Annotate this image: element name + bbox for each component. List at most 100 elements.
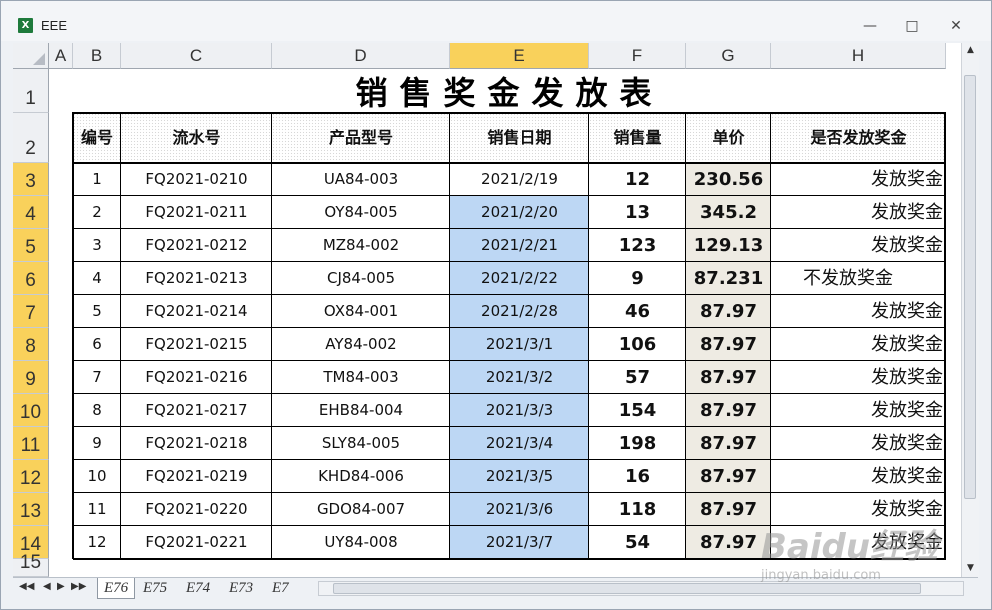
row-header-7[interactable]: 7 xyxy=(13,295,49,328)
row-header-4[interactable]: 4 xyxy=(13,196,49,229)
cell-serial[interactable]: FQ2021-0210 xyxy=(121,163,272,196)
cell-bonus[interactable]: 发放奖金 xyxy=(771,394,946,427)
cell-bonus[interactable]: 发放奖金 xyxy=(771,460,946,493)
cell-date[interactable]: 2021/3/6 xyxy=(450,493,589,526)
cell-serial[interactable]: FQ2021-0214 xyxy=(121,295,272,328)
cell-id[interactable]: 8 xyxy=(73,394,121,427)
cell-id[interactable]: 11 xyxy=(73,493,121,526)
cell-model[interactable]: KHD84-006 xyxy=(272,460,450,493)
cell-serial[interactable]: FQ2021-0221 xyxy=(121,526,272,559)
sheet-tab-e76[interactable]: E76 xyxy=(97,578,136,599)
cell-price[interactable]: 87.97 xyxy=(686,295,771,328)
column-header-g[interactable]: G xyxy=(686,43,771,69)
close-button[interactable]: ✕ xyxy=(945,17,967,35)
first-sheet-icon[interactable]: ◀◀ xyxy=(19,581,34,592)
header-cell-id[interactable]: 编号 xyxy=(73,113,121,163)
cell-model[interactable]: UY84-008 xyxy=(272,526,450,559)
row-header-12[interactable]: 12 xyxy=(13,460,49,493)
cell-id[interactable]: 7 xyxy=(73,361,121,394)
cell-serial[interactable]: FQ2021-0216 xyxy=(121,361,272,394)
horizontal-scroll-thumb[interactable] xyxy=(333,583,921,594)
cell-price[interactable]: 87.97 xyxy=(686,361,771,394)
cell-bonus[interactable]: 发放奖金 xyxy=(771,295,946,328)
cell-id[interactable]: 1 xyxy=(73,163,121,196)
cell-qty[interactable]: 198 xyxy=(589,427,686,460)
cell-model[interactable]: UA84-003 xyxy=(272,163,450,196)
cell-qty[interactable]: 106 xyxy=(589,328,686,361)
cell-qty[interactable]: 123 xyxy=(589,229,686,262)
cell-price[interactable]: 87.97 xyxy=(686,427,771,460)
column-header-d[interactable]: D xyxy=(272,43,450,69)
cell-model[interactable]: OY84-005 xyxy=(272,196,450,229)
cell-bonus[interactable]: 发放奖金 xyxy=(771,328,946,361)
cell-model[interactable]: OX84-001 xyxy=(272,295,450,328)
cell-qty[interactable]: 46 xyxy=(589,295,686,328)
cell-id[interactable]: 2 xyxy=(73,196,121,229)
column-header-a[interactable]: A xyxy=(49,43,73,69)
cell-id[interactable]: 6 xyxy=(73,328,121,361)
scroll-down-arrow[interactable]: ▼ xyxy=(962,561,979,575)
cell-serial[interactable]: FQ2021-0213 xyxy=(121,262,272,295)
column-header-h[interactable]: H xyxy=(771,43,946,69)
sheet-tab-e73[interactable]: E73 xyxy=(229,578,253,598)
cell-date[interactable]: 2021/3/2 xyxy=(450,361,589,394)
column-header-f[interactable]: F xyxy=(589,43,686,69)
column-header-e[interactable]: E xyxy=(450,43,589,69)
row-header-11[interactable]: 11 xyxy=(13,427,49,460)
cell-model[interactable]: GDO84-007 xyxy=(272,493,450,526)
row-header-8[interactable]: 8 xyxy=(13,328,49,361)
sheet-tab-e75[interactable]: E75 xyxy=(143,578,167,598)
cell-model[interactable]: CJ84-005 xyxy=(272,262,450,295)
row-header-5[interactable]: 5 xyxy=(13,229,49,262)
cell-id[interactable]: 12 xyxy=(73,526,121,559)
minimize-button[interactable]: — xyxy=(859,17,881,35)
row-header-2[interactable]: 2 xyxy=(13,113,49,163)
header-cell-bonus[interactable]: 是否发放奖金 xyxy=(771,113,946,163)
cell-serial[interactable]: FQ2021-0211 xyxy=(121,196,272,229)
cell-bonus[interactable]: 发放奖金 xyxy=(771,427,946,460)
cell-serial[interactable]: FQ2021-0220 xyxy=(121,493,272,526)
row-header-13[interactable]: 13 xyxy=(13,493,49,526)
row-header-6[interactable]: 6 xyxy=(13,262,49,295)
cell-price[interactable]: 87.97 xyxy=(686,493,771,526)
cell-price[interactable]: 230.56 xyxy=(686,163,771,196)
cell-date[interactable]: 2021/3/5 xyxy=(450,460,589,493)
cell-id[interactable]: 4 xyxy=(73,262,121,295)
cell-date[interactable]: 2021/2/22 xyxy=(450,262,589,295)
header-cell-price[interactable]: 单价 xyxy=(686,113,771,163)
cell-model[interactable]: TM84-003 xyxy=(272,361,450,394)
cell-price[interactable]: 87.231 xyxy=(686,262,771,295)
cell-qty[interactable]: 54 xyxy=(589,526,686,559)
cell-serial[interactable]: FQ2021-0212 xyxy=(121,229,272,262)
vertical-scrollbar[interactable]: ▲ ▼ xyxy=(961,43,979,577)
cell-price[interactable]: 87.97 xyxy=(686,328,771,361)
cell-bonus[interactable]: 发放奖金 xyxy=(771,163,946,196)
header-cell-serial[interactable]: 流水号 xyxy=(121,113,272,163)
cell-model[interactable]: EHB84-004 xyxy=(272,394,450,427)
cell-price[interactable]: 87.97 xyxy=(686,460,771,493)
header-cell-qty[interactable]: 销售量 xyxy=(589,113,686,163)
cell-price[interactable]: 87.97 xyxy=(686,526,771,559)
cell-price[interactable]: 345.2 xyxy=(686,196,771,229)
cell-bonus[interactable]: 发放奖金 xyxy=(771,229,946,262)
cell-bonus[interactable]: 发放奖金 xyxy=(771,196,946,229)
sheet-tab-e74[interactable]: E74 xyxy=(186,578,210,598)
cell-serial[interactable]: FQ2021-0215 xyxy=(121,328,272,361)
cell-qty[interactable]: 12 xyxy=(589,163,686,196)
column-header-c[interactable]: C xyxy=(121,43,272,69)
cell-date[interactable]: 2021/3/7 xyxy=(450,526,589,559)
cell-date[interactable]: 2021/3/1 xyxy=(450,328,589,361)
sheet-tab-e7[interactable]: E7 xyxy=(272,578,289,598)
scroll-up-arrow[interactable]: ▲ xyxy=(962,43,979,57)
cell-model[interactable]: MZ84-002 xyxy=(272,229,450,262)
cell-id[interactable]: 5 xyxy=(73,295,121,328)
next-sheet-icon[interactable]: ▶ xyxy=(57,581,65,592)
horizontal-scrollbar[interactable] xyxy=(318,581,964,596)
spreadsheet-grid[interactable]: 销售奖金发放表 A B C D E F G H 1 2 3 4 5 6 7 8 9 10 11 12 13 14 15 编号流… xyxy=(13,43,961,577)
row-header-3[interactable]: 3 xyxy=(13,163,49,196)
cell-serial[interactable]: FQ2021-0217 xyxy=(121,394,272,427)
cell-id[interactable]: 3 xyxy=(73,229,121,262)
cell-qty[interactable]: 154 xyxy=(589,394,686,427)
cell-price[interactable]: 87.97 xyxy=(686,394,771,427)
cell-date[interactable]: 2021/2/21 xyxy=(450,229,589,262)
